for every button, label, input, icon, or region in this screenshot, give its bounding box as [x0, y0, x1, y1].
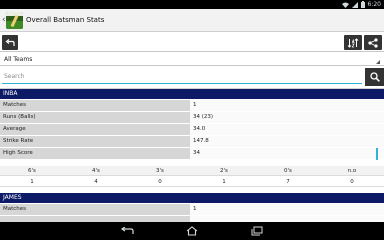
- sort-button[interactable]: [344, 35, 362, 50]
- status-time: 6:20: [367, 1, 381, 8]
- stat-label: Matches: [0, 204, 190, 215]
- nav-back-button[interactable]: [120, 225, 134, 237]
- stat-row: Matches 1: [0, 100, 384, 111]
- stat-row: High Score 34: [0, 148, 384, 159]
- search-button[interactable]: [365, 68, 384, 86]
- search-row: [0, 66, 384, 88]
- stat-value: 34 (23): [190, 112, 384, 123]
- boundary-value: 0: [350, 179, 354, 185]
- player-header[interactable]: INBA: [0, 89, 384, 99]
- boundary-value: 0: [158, 179, 162, 185]
- player-header[interactable]: JAMES: [0, 193, 384, 203]
- boundary-value: 1: [30, 179, 34, 185]
- boundary-value: 1: [222, 179, 226, 185]
- system-nav-bar: [0, 222, 384, 240]
- search-icon: [369, 72, 380, 82]
- status-bar: 6:20: [0, 0, 384, 9]
- boundary-header: 3's: [156, 168, 164, 174]
- stat-value: 1: [190, 204, 384, 215]
- stat-value: 1: [190, 100, 384, 111]
- stat-row: Runs (Balls) 34 (23): [0, 112, 384, 123]
- boundary-header: n.o: [347, 168, 357, 174]
- nav-home-button[interactable]: [185, 225, 199, 237]
- scrollbar[interactable]: [376, 148, 378, 160]
- page-title: Overall Batsman Stats: [26, 16, 105, 24]
- team-select-value: All Teams: [4, 56, 33, 63]
- stat-value: 34.0: [190, 124, 384, 135]
- stat-row: Strike Rate 147.8: [0, 136, 384, 147]
- back-button[interactable]: [2, 35, 18, 50]
- boundary-header: 4's: [92, 168, 100, 174]
- search-input[interactable]: [2, 70, 362, 84]
- boundary-header: 0's: [284, 168, 292, 174]
- share-icon: [368, 37, 378, 48]
- sort-az-icon: [347, 37, 359, 48]
- boundary-header: 2's: [220, 168, 228, 174]
- stat-value: 147.8: [190, 136, 384, 147]
- nav-home-icon: [186, 226, 198, 236]
- share-button[interactable]: [364, 35, 382, 50]
- stat-label: Runs (Balls): [0, 112, 190, 123]
- toolbar: [0, 33, 384, 52]
- boundary-value: 4: [94, 179, 98, 185]
- battery-icon: [360, 1, 365, 8]
- stat-label: Average: [0, 124, 190, 135]
- stat-value: 34: [190, 148, 384, 159]
- stat-label: Matches: [0, 100, 190, 111]
- cricket-logo-icon[interactable]: [6, 12, 23, 29]
- team-select[interactable]: All Teams: [0, 53, 384, 66]
- wifi-icon: [341, 2, 349, 8]
- nav-recents-button[interactable]: [250, 225, 264, 237]
- stat-row: Matches 1: [0, 204, 384, 215]
- nav-recents-icon: [251, 226, 263, 236]
- boundary-header-row: 6's 4's 3's 2's 0's n.o: [0, 166, 384, 176]
- dropdown-arrow-icon: [376, 60, 380, 64]
- boundary-value-row: 1 4 0 1 7 0: [0, 177, 384, 187]
- signal-icon: [351, 1, 358, 8]
- back-arrow-icon: [5, 38, 15, 46]
- nav-back-icon: [120, 227, 134, 234]
- stat-label: High Score: [0, 148, 190, 159]
- boundary-header: 6's: [28, 168, 36, 174]
- boundary-grid: 6's 4's 3's 2's 0's n.o 1 4 0 1 7 0: [0, 166, 384, 188]
- stat-row: Average 34.0: [0, 124, 384, 135]
- action-bar: ‹ Overall Batsman Stats: [0, 9, 384, 32]
- stat-label: Strike Rate: [0, 136, 190, 147]
- boundary-value: 7: [286, 179, 290, 185]
